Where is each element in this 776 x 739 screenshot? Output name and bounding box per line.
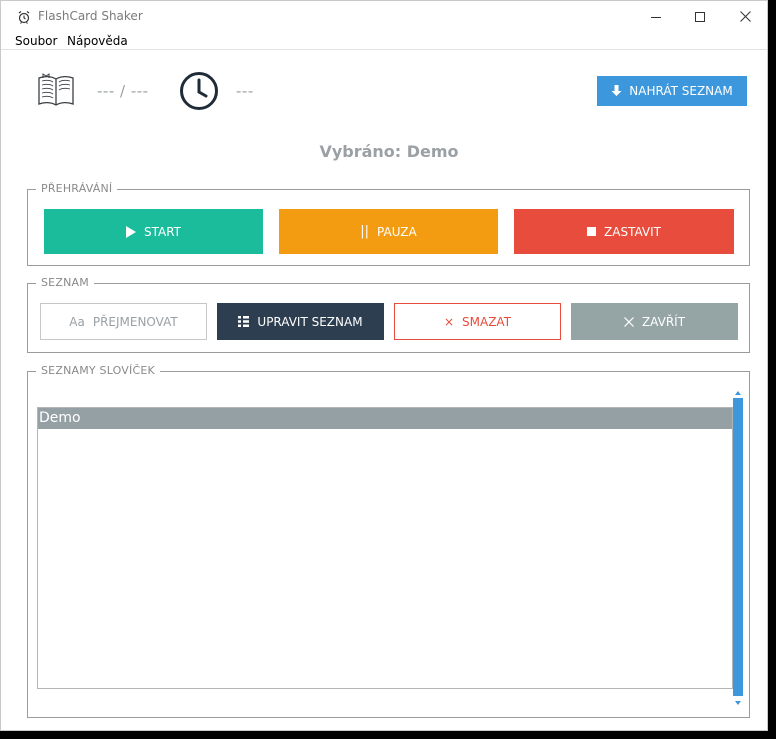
rename-button[interactable]: Aa PŘEJMENOVAT (40, 303, 207, 340)
close-icon (739, 11, 751, 22)
vocab-lists-group: SEZNAMY SLOVÍČEK Demo (27, 364, 750, 718)
clock-icon (179, 71, 219, 115)
list-item[interactable]: Demo (38, 408, 732, 429)
minimize-icon (651, 16, 661, 18)
book-icon (36, 71, 76, 115)
stop-icon (587, 227, 597, 236)
vocab-list[interactable]: Demo (37, 407, 733, 689)
list-grid-icon (238, 316, 250, 327)
scroll-thumb[interactable] (733, 398, 743, 696)
start-label: START (143, 224, 182, 239)
delete-button[interactable]: × SMAZAT (394, 303, 561, 340)
scroll-down-arrow-icon[interactable] (732, 698, 744, 708)
edit-list-button[interactable]: UPRAVIT SEZNAM (217, 303, 384, 340)
menu-bar: Soubor Nápověda (1, 32, 767, 50)
selected-list-label: Vybráno: Demo (319, 142, 459, 161)
vocab-scrollbar[interactable] (732, 388, 744, 708)
text-case-icon: Aa (69, 314, 85, 329)
playback-legend: PŘEHRÁVÁNÍ (36, 182, 118, 195)
menu-napoveda[interactable]: Nápověda (67, 34, 128, 48)
play-icon (125, 225, 136, 238)
close-window-button[interactable] (722, 1, 767, 32)
list-legend: SEZNAM (36, 276, 94, 289)
minimize-button[interactable] (633, 1, 679, 32)
start-button[interactable]: START (44, 209, 263, 254)
time-display: --- (236, 82, 254, 100)
alarm-bell-icon (17, 9, 31, 24)
playback-group: PŘEHRÁVÁNÍ START || PAUZA ZASTAVIT (27, 182, 750, 266)
close-list-label: ZAVŘÍT (641, 314, 686, 329)
menu-soubor[interactable]: Soubor (15, 34, 57, 48)
close-list-button[interactable]: ZAVŘÍT (571, 303, 738, 340)
vocab-legend: SEZNAMY SLOVÍČEK (36, 364, 160, 377)
scroll-up-arrow-icon[interactable] (732, 388, 744, 398)
app-window: FlashCard Shaker Soubor Nápověda --- / -… (0, 0, 768, 731)
delete-x-icon: × (443, 314, 455, 329)
close-x-icon (624, 316, 634, 327)
card-progress: --- / --- (97, 82, 149, 100)
pause-icon: || (360, 224, 370, 239)
rename-label: PŘEJMENOVAT (92, 314, 178, 329)
maximize-icon (695, 11, 705, 22)
delete-label: SMAZAT (462, 314, 512, 329)
download-arrow-icon (611, 85, 622, 97)
list-group: SEZNAM Aa PŘEJMENOVAT UPRAVIT SEZNAM × S… (27, 276, 750, 353)
pause-button[interactable]: || PAUZA (279, 209, 498, 254)
edit-list-label: UPRAVIT SEZNAM (257, 314, 363, 329)
stop-button[interactable]: ZASTAVIT (514, 209, 734, 254)
maximize-button[interactable] (677, 1, 723, 32)
title-bar[interactable]: FlashCard Shaker (1, 1, 767, 32)
pause-label: PAUZA (377, 224, 417, 239)
upload-list-label: NAHRÁT SEZNAM (629, 84, 733, 98)
upload-list-button[interactable]: NAHRÁT SEZNAM (597, 76, 747, 106)
window-title: FlashCard Shaker (38, 9, 143, 23)
stop-label: ZASTAVIT (604, 224, 661, 239)
